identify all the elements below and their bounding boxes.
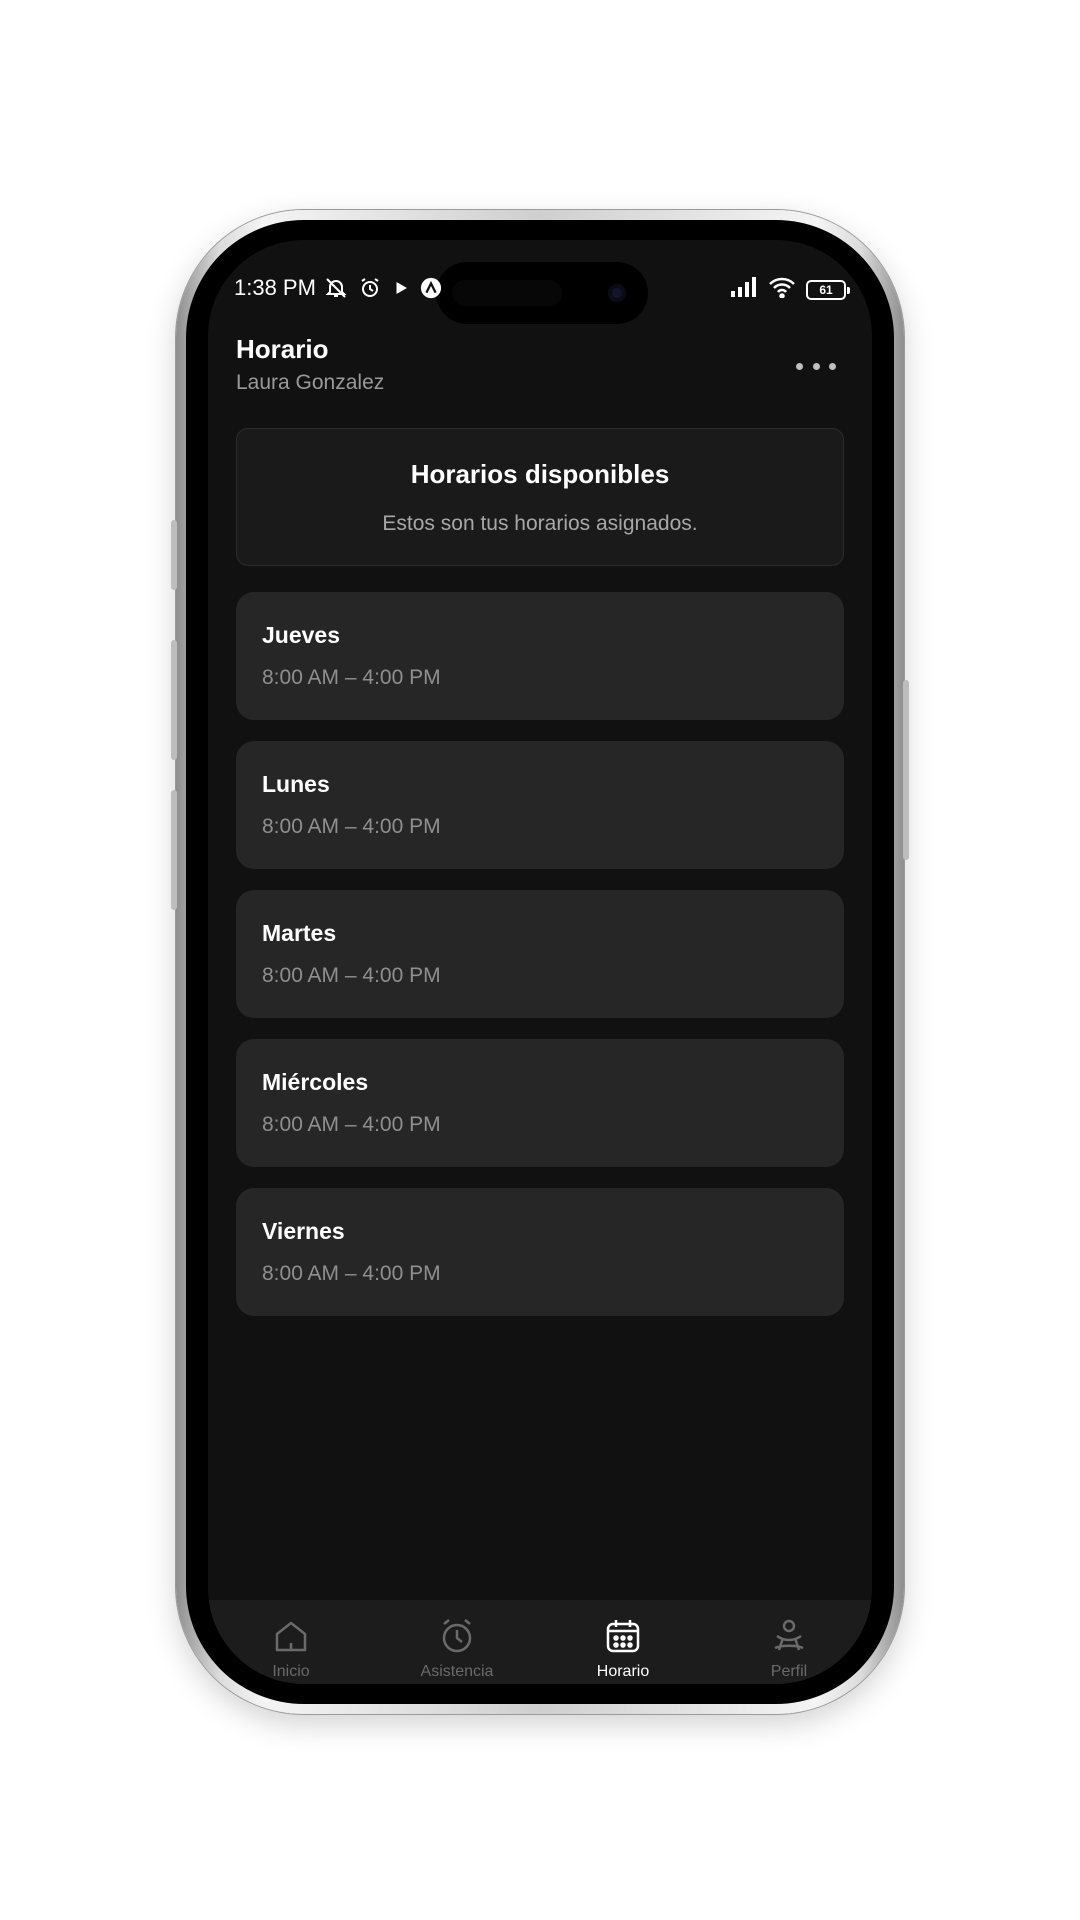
schedule-hours: 8:00 AM – 4:00 PM: [262, 666, 441, 689]
tab-horario[interactable]: Horario: [540, 1600, 706, 1684]
schedule-day: Martes: [262, 920, 337, 946]
status-icons-right: 61: [730, 276, 850, 303]
info-card-description: Estos son tus horarios asignados.: [382, 512, 698, 535]
tab-label: Horario: [596, 1663, 650, 1680]
action-button: [171, 520, 177, 590]
info-card: Horarios disponibles Estos son tus horar…: [236, 428, 844, 566]
schedule-card[interactable]: Martes 8:00 AM – 4:00 PM: [236, 890, 844, 1018]
schedule-day: Miércoles: [262, 1069, 369, 1095]
battery-icon: 61: [806, 279, 850, 300]
schedule-card[interactable]: Viernes 8:00 AM – 4:00 PM: [236, 1188, 844, 1316]
tab-perfil[interactable]: Perfil: [706, 1600, 872, 1684]
schedule-card[interactable]: Lunes 8:00 AM – 4:00 PM: [236, 741, 844, 869]
app-icon: [420, 277, 442, 304]
tab-inicio[interactable]: Inicio: [208, 1600, 374, 1684]
schedule-hours: 8:00 AM – 4:00 PM: [262, 815, 441, 838]
schedule-list: Jueves 8:00 AM – 4:00 PM Lunes 8:00 AM –…: [236, 592, 844, 1337]
wifi-icon: [768, 276, 796, 303]
tab-asistencia[interactable]: Asistencia: [374, 1600, 540, 1684]
play-icon: [392, 279, 410, 302]
alarm-icon: [358, 276, 382, 305]
status-bar: 1:38 PM 61: [208, 268, 872, 308]
info-card-title: Horarios disponibles: [410, 459, 670, 489]
schedule-card[interactable]: Miércoles 8:00 AM – 4:00 PM: [236, 1039, 844, 1167]
volume-up-button: [171, 640, 177, 760]
user-name: Laura Gonzalez: [236, 371, 385, 394]
tab-label: Perfil: [770, 1663, 808, 1680]
person-icon: [769, 1616, 809, 1661]
home-icon: [271, 1616, 311, 1661]
schedule-hours: 8:00 AM – 4:00 PM: [262, 1113, 441, 1136]
status-time: 1:38 PM: [234, 275, 316, 300]
schedule-hours: 8:00 AM – 4:00 PM: [262, 964, 441, 987]
schedule-day: Viernes: [262, 1218, 345, 1244]
mute-icon: [324, 276, 348, 305]
signal-icon: [730, 277, 758, 302]
status-icons-left: [324, 276, 442, 305]
more-dots-icon: [796, 362, 803, 370]
schedule-day: Jueves: [262, 622, 341, 648]
schedule-hours: 8:00 AM – 4:00 PM: [262, 1262, 441, 1285]
schedule-day: Lunes: [262, 771, 330, 797]
clock-icon: [437, 1616, 477, 1661]
schedule-card[interactable]: Jueves 8:00 AM – 4:00 PM: [236, 592, 844, 720]
tab-label: Inicio: [272, 1663, 310, 1680]
tab-label: Asistencia: [420, 1663, 494, 1680]
more-options-button[interactable]: [796, 356, 836, 376]
page-title: Horario: [236, 334, 329, 364]
volume-down-button: [171, 790, 177, 910]
bottom-tab-bar: Inicio Asistencia Horario Perfil: [208, 1600, 872, 1684]
calendar-icon: [603, 1616, 643, 1661]
power-button: [903, 680, 909, 860]
app-screen: 1:38 PM 61 Horario Laura Gonzalez Horari…: [208, 240, 872, 1684]
